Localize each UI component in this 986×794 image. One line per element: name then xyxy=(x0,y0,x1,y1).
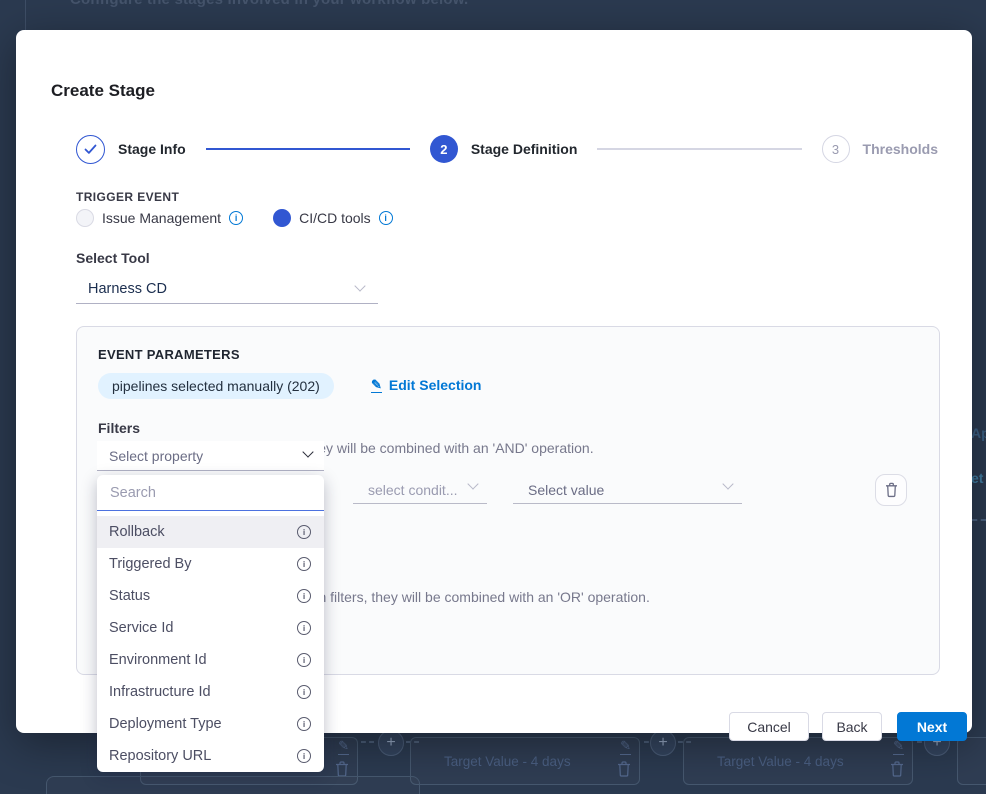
add-stage-button: + xyxy=(378,733,404,756)
chevron-down-icon xyxy=(302,446,313,457)
add-stage-button: + xyxy=(650,733,676,756)
filters-heading: Filters xyxy=(98,420,140,436)
edit-selection-label: Edit Selection xyxy=(389,377,482,393)
info-icon[interactable]: i xyxy=(297,525,311,539)
edit-selection-link[interactable]: ✎ Edit Selection xyxy=(371,377,481,393)
dropdown-item-label: Triggered By xyxy=(109,556,191,572)
dropdown-item-label: Service Id xyxy=(109,620,173,636)
stepper-connector xyxy=(206,148,410,150)
background-text-fragment: et xyxy=(971,470,983,486)
dropdown-item-label: Deployment Type xyxy=(109,716,222,732)
check-circle-icon xyxy=(76,135,105,164)
step-number-badge: 2 xyxy=(430,135,458,163)
stepper-connector xyxy=(597,148,801,150)
step-stage-info[interactable]: Stage Info xyxy=(76,135,186,164)
dropdown-item-environment-id[interactable]: Environment Id i xyxy=(97,644,324,676)
step-label: Stage Definition xyxy=(471,141,578,157)
step-label: Thresholds xyxy=(863,141,938,157)
value-placeholder: Select value xyxy=(528,482,604,498)
info-icon[interactable]: i xyxy=(297,749,311,763)
step-thresholds[interactable]: 3 Thresholds xyxy=(822,135,938,163)
selection-pill: pipelines selected manually (202) xyxy=(98,373,334,399)
back-button[interactable]: Back xyxy=(822,712,882,741)
remove-filter-button[interactable] xyxy=(875,474,907,506)
cancel-label: Cancel xyxy=(747,719,791,735)
event-parameters-heading: EVENT PARAMETERS xyxy=(98,347,240,362)
dropdown-item-service-id[interactable]: Service Id i xyxy=(97,612,324,644)
property-dropdown-popover: Rollback i Triggered By i Status i Servi… xyxy=(97,475,324,772)
background-text-fragment: Ap xyxy=(971,425,986,441)
pencil-icon: ✎ xyxy=(371,378,382,393)
info-icon[interactable]: i xyxy=(229,211,243,225)
stage-card-label: Target Value - 4 days xyxy=(717,754,844,769)
dropdown-item-deployment-type[interactable]: Deployment Type i xyxy=(97,708,324,740)
dropdown-item-label: Status xyxy=(109,588,150,604)
next-label: Next xyxy=(917,719,947,735)
back-label: Back xyxy=(836,719,867,735)
trigger-event-options: Issue Management i CI/CD tools i xyxy=(76,209,393,227)
value-select[interactable]: Select value xyxy=(513,476,742,504)
stage-card xyxy=(46,776,420,794)
info-icon[interactable]: i xyxy=(297,653,311,667)
dropdown-item-label: Environment Id xyxy=(109,652,207,668)
background-header-strip: Configure the stages involved in your wo… xyxy=(0,0,986,30)
step-number-badge: 3 xyxy=(822,135,850,163)
trash-icon xyxy=(890,761,904,777)
trash-icon xyxy=(335,761,349,777)
dropdown-item-status[interactable]: Status i xyxy=(97,580,324,612)
trash-icon xyxy=(617,761,631,777)
step-label: Stage Info xyxy=(118,141,186,157)
dropdown-item-label: Infrastructure Id xyxy=(109,684,211,700)
info-icon[interactable]: i xyxy=(297,589,311,603)
chevron-down-icon xyxy=(722,478,733,489)
stage-card: Target Value - 4 days ✎ xyxy=(410,737,640,785)
dropdown-item-label: Rollback xyxy=(109,524,165,540)
cancel-button[interactable]: Cancel xyxy=(729,712,809,741)
edit-icon: ✎ xyxy=(893,739,904,755)
tool-select-value: Harness CD xyxy=(88,281,167,297)
background-header-text: Configure the stages involved in your wo… xyxy=(70,0,468,8)
dropdown-item-rollback[interactable]: Rollback i xyxy=(97,516,324,548)
radio-cicd-tools[interactable] xyxy=(273,209,291,227)
modal-title: Create Stage xyxy=(51,81,155,101)
info-icon[interactable]: i xyxy=(379,211,393,225)
info-icon[interactable]: i xyxy=(297,685,311,699)
dropdown-search xyxy=(97,475,324,511)
property-select[interactable]: Select property xyxy=(97,441,324,471)
edit-icon: ✎ xyxy=(620,739,631,755)
property-placeholder: Select property xyxy=(109,448,203,464)
dropdown-list: Rollback i Triggered By i Status i Servi… xyxy=(97,511,324,772)
dropdown-item-triggered-by[interactable]: Triggered By i xyxy=(97,548,324,580)
background-dashed-connector xyxy=(972,519,986,521)
step-stage-definition[interactable]: 2 Stage Definition xyxy=(430,135,578,163)
tool-select[interactable]: Harness CD xyxy=(76,274,378,304)
background-divider xyxy=(25,0,26,30)
select-tool-label: Select Tool xyxy=(76,250,150,266)
info-icon[interactable]: i xyxy=(297,717,311,731)
dropdown-item-infrastructure-id[interactable]: Infrastructure Id i xyxy=(97,676,324,708)
stage-card xyxy=(957,737,986,785)
search-input[interactable] xyxy=(97,485,324,501)
radio-issue-management[interactable] xyxy=(76,209,94,227)
dropdown-item-label: Repository URL xyxy=(109,748,211,764)
radio-label: CI/CD tools xyxy=(299,210,371,226)
trash-icon xyxy=(884,482,899,498)
condition-placeholder: select condit... xyxy=(368,482,458,498)
radio-label: Issue Management xyxy=(102,210,221,226)
trigger-event-label: TRIGGER EVENT xyxy=(76,190,179,204)
stage-card: Target Value - 4 days ✎ xyxy=(683,737,913,785)
condition-select[interactable]: select condit... xyxy=(353,476,487,504)
edit-icon: ✎ xyxy=(338,739,349,755)
dropdown-item-repository-url[interactable]: Repository URL i xyxy=(97,740,324,772)
stepper: Stage Info 2 Stage Definition 3 Threshol… xyxy=(76,133,938,165)
chevron-down-icon xyxy=(354,280,365,291)
dashed-connector xyxy=(361,741,374,743)
info-icon[interactable]: i xyxy=(297,557,311,571)
stage-card-label: Target Value - 4 days xyxy=(444,754,571,769)
chevron-down-icon xyxy=(467,478,478,489)
next-button[interactable]: Next xyxy=(897,712,967,741)
info-icon[interactable]: i xyxy=(297,621,311,635)
